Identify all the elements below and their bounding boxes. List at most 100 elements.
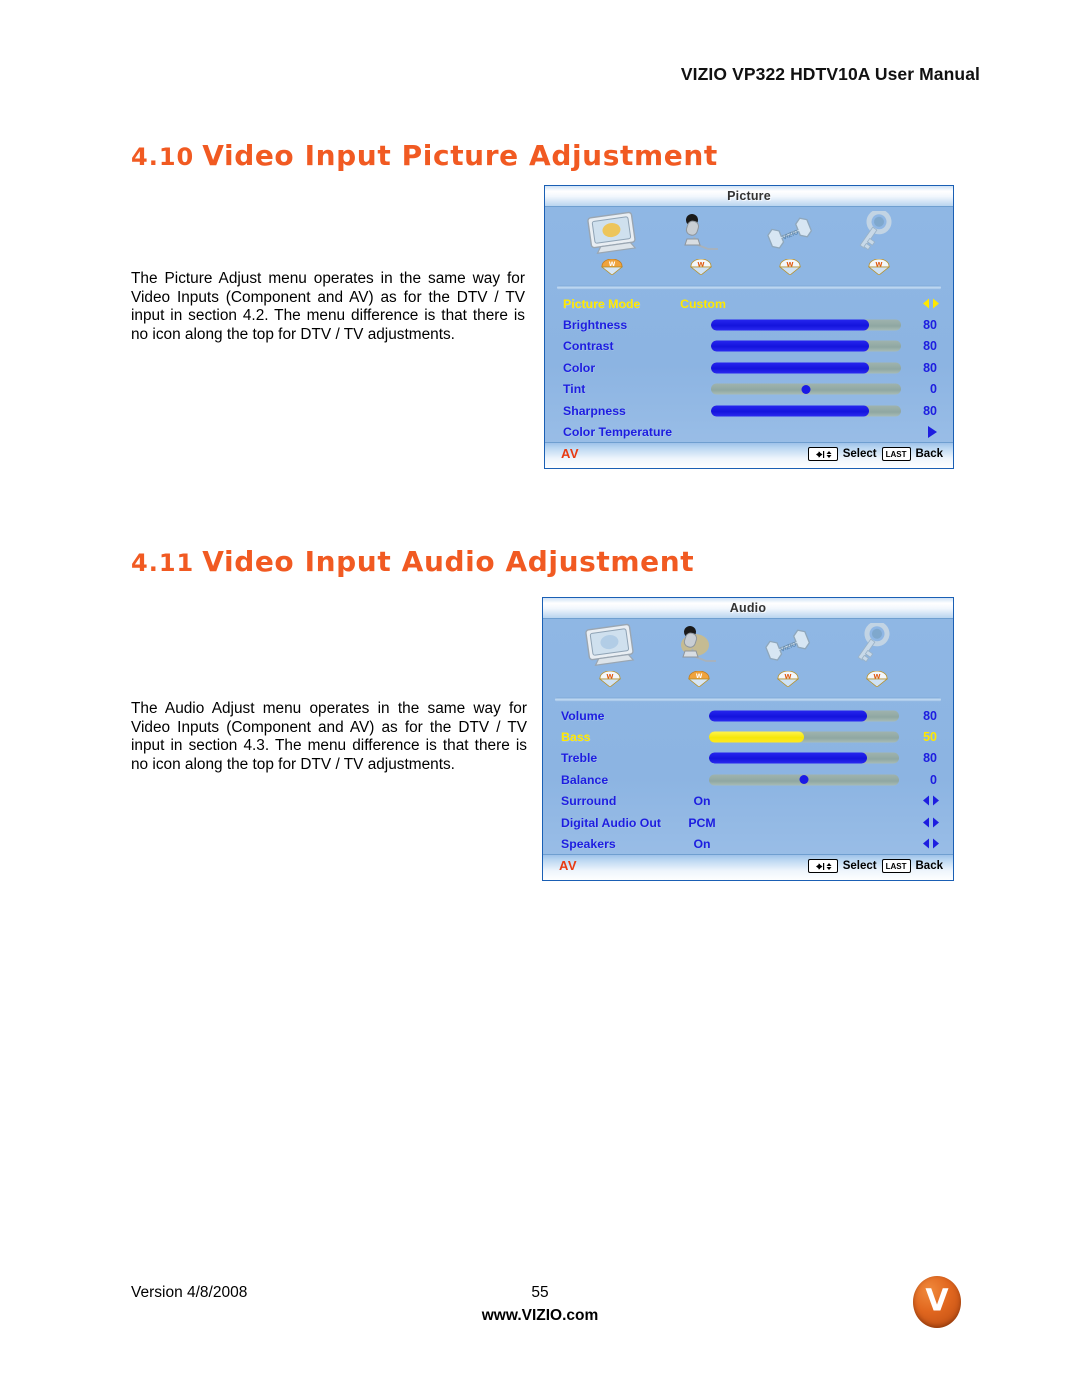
document-header: VIZIO VP322 HDTV10A User Manual [680,64,980,84]
select-hint-label: Select [842,860,877,872]
osd-tab-picture[interactable]: W [567,623,653,697]
left-right-arrow-icon[interactable] [923,298,939,309]
microphone-icon [656,623,742,671]
osd-footer-hints: Select LAST Back [807,447,943,461]
wrench-icon: VIZIO [747,211,833,259]
tv-screen-icon [569,211,655,259]
osd-tab-parental[interactable]: W [834,621,920,697]
osd-slider[interactable] [709,731,899,743]
osd-tab-separator [555,697,941,702]
osd-picture-titlebar: Picture [545,186,953,207]
osd-slider-fill [711,319,869,331]
nav-key-icon [807,859,838,873]
osd-row-value: On [693,794,711,809]
svg-text:W: W [786,261,793,269]
osd-tab-setup[interactable]: VIZIO W [745,623,831,697]
osd-row-label: Color Temperature [563,425,673,440]
osd-row-label: Treble [561,751,598,766]
osd-tab-picture[interactable]: W [569,211,655,285]
svg-text:W: W [606,673,613,681]
back-hint-label: Back [915,860,944,872]
chevron-right-icon[interactable] [928,426,937,439]
section-heading-4-10: 4.10 Video Input Picture Adjustment [131,139,718,172]
svg-text:W: W [696,673,703,680]
section-body-audio: The Audio Adjust menu operates in the sa… [131,700,527,773]
osd-slider-knob[interactable] [801,384,811,394]
osd-slider-fill [711,340,869,352]
osd-tab-marker-parental: W [867,258,891,276]
osd-tab-separator [557,285,941,290]
osd-tab-setup[interactable]: VIZIO W [747,211,833,285]
osd-row[interactable]: Bass 50 [543,726,953,747]
osd-row-value: 80 [923,318,937,333]
osd-row-value: PCM [688,815,716,830]
osd-slider[interactable] [709,710,899,722]
osd-audio-title: Audio [729,601,767,615]
section-title: Video Input Picture Adjustment [202,139,718,172]
osd-picture-body: W W VIZIO W W Picture Mode Custom Bright… [545,207,953,468]
osd-row[interactable]: Color Temperature [545,421,953,442]
svg-text:W: W [873,673,880,681]
osd-row[interactable]: Sharpness 80 [545,400,953,421]
osd-row-value: On [693,837,711,852]
osd-tab-audio[interactable]: W [656,623,742,697]
osd-slider[interactable] [711,405,901,417]
osd-row-value: 50 [923,730,937,745]
osd-audio-body: W W VIZIO W W Volume 80 Bass 50 Treble 8… [543,619,953,880]
osd-audio-menu: Audio W W VIZIO W W Volume 80 Bass 50 Tr… [542,597,954,881]
osd-row[interactable]: Speakers On [543,833,953,854]
left-right-arrow-icon[interactable] [923,817,939,828]
osd-row[interactable]: Brightness 80 [545,314,953,335]
osd-row[interactable]: Contrast 80 [545,336,953,357]
svg-text:VIZIO: VIZIO [782,229,800,242]
osd-picture-rows: Picture Mode Custom Brightness 80 Contrast 80… [545,293,953,464]
osd-slider-fill [711,405,869,417]
osd-row[interactable]: Picture Mode Custom [545,293,953,314]
osd-slider[interactable] [711,362,901,374]
osd-row-label: Volume [561,708,605,723]
osd-row[interactable]: Balance 0 [543,769,953,790]
osd-slider-fill [709,752,867,764]
osd-tab-marker-audio: W [689,258,713,276]
osd-row-label: Contrast [563,339,614,354]
last-key-label: LAST [881,447,911,461]
key-icon [834,621,920,671]
osd-row-value: 0 [930,382,937,397]
osd-tab-audio[interactable]: W [658,211,744,285]
section-title: Video Input Audio Adjustment [202,545,695,578]
svg-text:W: W [609,261,616,268]
osd-tab-marker-picture: W [600,258,624,276]
wrench-icon: VIZIO [745,623,831,671]
left-right-arrow-icon[interactable] [923,838,939,850]
osd-row-value: 80 [923,708,937,723]
vizio-logo-icon: V [913,1276,961,1328]
osd-slider[interactable] [711,319,901,331]
osd-slider-fill [709,731,804,743]
select-hint-label: Select [842,448,877,460]
osd-tab-parental[interactable]: W [836,209,922,285]
vizio-logo-letter: V [925,1283,949,1319]
osd-row[interactable]: Digital Audio Out PCM [543,812,953,833]
section-heading-4-11: 4.11 Video Input Audio Adjustment [131,545,694,578]
osd-audio-footer: AV Select LAST Back [543,854,953,880]
osd-row-label: Sharpness [563,403,626,418]
osd-footer-hints: Select LAST Back [807,859,944,873]
osd-slider[interactable] [709,752,899,764]
osd-tab-marker-picture: W [598,670,622,688]
osd-row-label: Balance [561,772,609,787]
osd-row[interactable]: Tint 0 [545,379,953,400]
osd-row[interactable]: Treble 80 [543,748,953,769]
manual-page: VIZIO VP322 HDTV10A User Manual 4.10 Vide… [0,0,1080,1397]
left-right-arrow-icon[interactable] [923,795,939,807]
osd-row[interactable]: Color 80 [545,357,953,378]
osd-row[interactable]: Volume 80 [543,705,953,726]
osd-row-value: 80 [923,751,937,766]
osd-slider[interactable] [711,383,901,395]
osd-tab-marker-setup: W [778,258,802,276]
nav-key-icon [807,447,838,461]
osd-row[interactable]: Surround On [543,791,953,812]
osd-audio-tabs: W W VIZIO W W [543,619,953,702]
osd-slider[interactable] [711,340,901,352]
osd-slider-knob[interactable] [799,775,809,785]
osd-slider[interactable] [709,774,899,786]
